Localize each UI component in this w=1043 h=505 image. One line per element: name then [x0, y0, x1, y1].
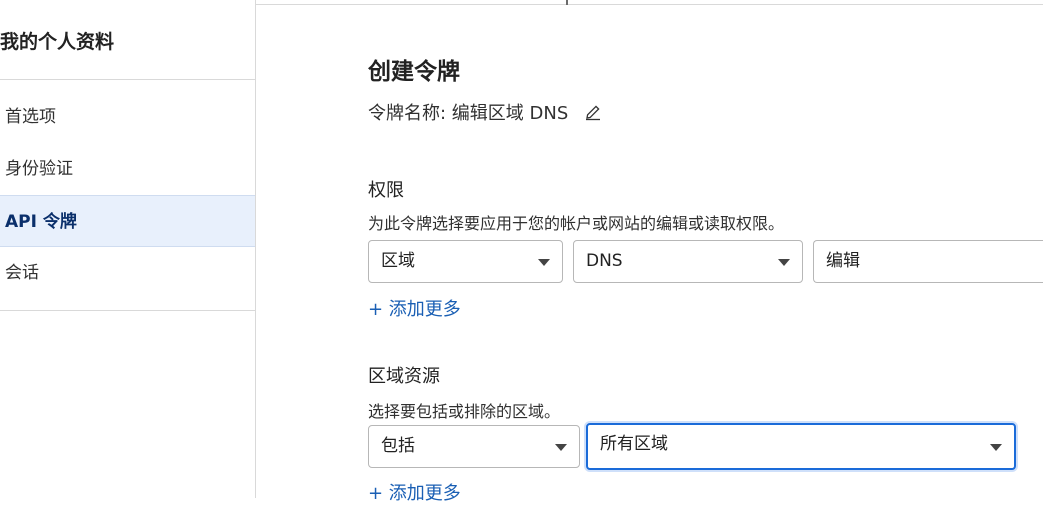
chevron-down-icon — [555, 444, 567, 451]
permission-resource-select[interactable]: 区域 — [368, 240, 563, 283]
permission-level-value: 编辑 — [826, 251, 860, 271]
zone-scope-select[interactable]: 所有区域 — [586, 423, 1016, 470]
permission-resource-value: 区域 — [381, 251, 415, 271]
zone-include-value: 包括 — [381, 436, 415, 456]
permissions-description: 为此令牌选择要应用于您的帐户或网站的编辑或读取权限。 — [368, 214, 785, 233]
permissions-add-more-link[interactable]: + 添加更多 — [368, 295, 461, 321]
sidebar-item-authentication[interactable]: 身份验证 — [0, 143, 255, 195]
token-name-label: 令牌名称: 编辑区域 DNS — [368, 103, 569, 124]
chevron-down-icon — [538, 259, 550, 266]
permissions-label: 权限 — [368, 180, 404, 201]
sidebar-item-sessions[interactable]: 会话 — [0, 247, 255, 299]
zone-scope-value: 所有区域 — [600, 434, 668, 454]
sidebar-item-preferences[interactable]: 首选项 — [0, 91, 255, 143]
chevron-down-icon — [990, 444, 1002, 451]
sidebar-divider — [0, 310, 255, 311]
token-name-row: 令牌名称: 编辑区域 DNS — [368, 99, 602, 126]
chevron-down-icon — [778, 259, 790, 266]
zone-resources-description: 选择要包括或排除的区域。 — [368, 402, 561, 421]
zone-include-select[interactable]: 包括 — [368, 425, 580, 468]
permission-type-select[interactable]: DNS — [573, 240, 803, 283]
sidebar-title: 我的个人资料 — [0, 0, 255, 80]
sidebar: 我的个人资料 首选项 身份验证 API 令牌 会话 — [0, 0, 256, 498]
pencil-icon[interactable] — [584, 103, 602, 126]
zone-add-more-link[interactable]: + 添加更多 — [368, 479, 461, 505]
permission-type-value: DNS — [586, 251, 623, 271]
zone-resources-label: 区域资源 — [368, 366, 440, 387]
sidebar-item-api-tokens[interactable]: API 令牌 — [0, 195, 255, 247]
main-content: 创建令牌 令牌名称: 编辑区域 DNS 权限 为此令牌选择要应用于您的帐户或网站… — [368, 0, 1043, 504]
sidebar-nav: 首选项 身份验证 API 令牌 会话 — [0, 91, 255, 299]
page-title: 创建令牌 — [368, 59, 460, 85]
permission-level-select[interactable]: 编辑 — [813, 240, 1043, 283]
